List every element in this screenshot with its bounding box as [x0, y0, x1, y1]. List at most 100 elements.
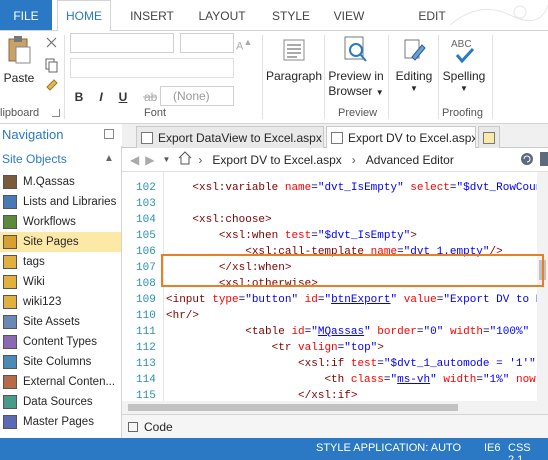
font-size-value: (None): [173, 89, 210, 103]
launcher-icon[interactable]: [52, 109, 60, 117]
scroll-thumb[interactable]: [128, 404, 458, 411]
breadcrumb-item-advanced-editor[interactable]: Advanced Editor: [366, 153, 454, 167]
italic-button[interactable]: I: [92, 88, 110, 106]
css-version-status[interactable]: CSS 2.1: [508, 442, 548, 460]
sidebar-item-master-pages[interactable]: Master Pages: [0, 412, 121, 432]
svg-text:ABC: ABC: [451, 39, 472, 50]
line-number: 112: [136, 342, 156, 354]
sidebar-item-site-columns[interactable]: Site Columns: [0, 352, 121, 372]
sidebar-item-site-pages[interactable]: Site Pages: [0, 232, 121, 252]
line-number: 104: [136, 214, 156, 226]
sidebar-item-workflows[interactable]: Workflows: [0, 212, 121, 232]
code-text: <xsl:choose>: [192, 214, 272, 226]
chevron-down-icon: ▼: [410, 84, 418, 93]
highlight-box: [161, 254, 544, 287]
line-number: 114: [136, 374, 156, 386]
folder-icon: [3, 295, 17, 309]
code-text: <th class="ms-vh" width="1%" nowrap: [324, 374, 548, 386]
line-number: 111: [136, 326, 156, 338]
line-number: 103: [136, 198, 156, 210]
font-size-combo[interactable]: [180, 33, 234, 53]
document-tabs: Export DataView to Excel.aspx Export DV …: [122, 124, 548, 149]
page-icon: [331, 132, 343, 144]
workflow-icon: [3, 215, 17, 229]
sidebar-item-data-sources[interactable]: Data Sources: [0, 392, 121, 412]
vertical-scrollbar[interactable]: [537, 172, 548, 414]
chevron-up-icon[interactable]: ▲: [104, 146, 114, 172]
forward-icon[interactable]: ▶: [145, 153, 154, 167]
folder-icon: [3, 275, 17, 289]
sidebar-item-lists-and-libraries[interactable]: Lists and Libraries: [0, 192, 121, 212]
tab-insert[interactable]: INSERT: [122, 0, 182, 31]
ribbon-tabs: FILE HOME INSERT LAYOUT STYLE VIEW EDIT: [0, 0, 548, 31]
line-number: 102: [136, 182, 156, 194]
sidebar-item-site-assets[interactable]: Site Assets: [0, 312, 121, 332]
editing-label: Editing: [395, 69, 433, 83]
bold-button[interactable]: B: [70, 88, 88, 106]
tab-layout[interactable]: LAYOUT: [190, 0, 254, 31]
back-icon[interactable]: ◀: [130, 153, 139, 167]
tab-style[interactable]: STYLE: [264, 0, 318, 31]
options-icon[interactable]: [540, 152, 548, 166]
sidebar-item-content-types[interactable]: Content Types: [0, 332, 121, 352]
sidebar-item-label: Workflows: [23, 216, 76, 228]
new-tab-button[interactable]: [478, 126, 500, 148]
code-editor[interactable]: 102 <xsl:variable name="dvt_IsEmpty" sel…: [122, 172, 548, 414]
data-sources-icon: [3, 395, 17, 409]
sidebar-item-m-qassas[interactable]: M.Qassas: [0, 172, 121, 192]
browser-compat-status[interactable]: IE6: [484, 442, 501, 454]
strikethrough-icon[interactable]: ab: [140, 87, 158, 105]
site-objects-header[interactable]: Site Objects ▲: [0, 146, 121, 172]
assets-icon: [3, 315, 17, 329]
pin-icon[interactable]: [104, 129, 114, 139]
site-objects-label: Site Objects: [2, 152, 67, 166]
ribbon-decoration: [449, 4, 548, 26]
sidebar-item-wiki123[interactable]: wiki123: [0, 292, 121, 312]
tab-export-dataview[interactable]: Export DataView to Excel.aspx: [136, 126, 324, 148]
tab-label: Export DV to Excel.aspx *: [348, 131, 476, 145]
preview-icon: [341, 33, 371, 67]
line-number: 107: [136, 262, 156, 274]
style-combo[interactable]: [70, 58, 234, 78]
chevron-down-icon[interactable]: ▼: [162, 155, 170, 164]
preview-in-browser-button[interactable]: Preview in Browser ▼: [326, 33, 386, 100]
preview-label-line2: Browser ▼: [328, 84, 384, 98]
grow-font-icon[interactable]: A▲: [236, 37, 252, 53]
external-icon: [3, 375, 17, 389]
sidebar-item-wiki[interactable]: Wiki: [0, 272, 121, 292]
sidebar-item-tags[interactable]: tags: [0, 252, 121, 272]
sidebar-item-label: M.Qassas: [23, 176, 75, 188]
home-icon[interactable]: [178, 151, 192, 168]
sidebar-item-external-conten[interactable]: External Conten...: [0, 372, 121, 392]
code-view-tab[interactable]: Code: [122, 414, 548, 438]
font-size-field[interactable]: (None): [160, 86, 234, 106]
code-text: <table id="MQassas" border="0" width="10…: [245, 326, 530, 338]
tab-file[interactable]: FILE: [0, 0, 52, 31]
pages-icon: [3, 235, 17, 249]
editing-button[interactable]: Editing ▼: [392, 33, 436, 93]
refresh-icon[interactable]: [520, 152, 534, 169]
tab-export-dv[interactable]: Export DV to Excel.aspx *: [326, 126, 476, 149]
spelling-icon: ABC: [449, 33, 479, 67]
spelling-button[interactable]: ABC Spelling ▼: [440, 33, 488, 93]
paste-button[interactable]: Paste: [2, 33, 36, 86]
font-group-label: Font: [144, 107, 167, 119]
underline-button[interactable]: U: [114, 88, 132, 106]
code-text: <input type="button" id="btnExport" valu…: [166, 294, 548, 306]
paragraph-icon: [279, 33, 309, 67]
sidebar-item-label: Site Columns: [23, 356, 92, 368]
tab-label: Export DataView to Excel.aspx: [158, 130, 322, 145]
tab-view[interactable]: VIEW: [326, 0, 372, 31]
sidebar-item-label: Wiki: [23, 276, 45, 288]
preview-group-label: Preview: [338, 107, 378, 119]
paragraph-button[interactable]: Paragraph: [266, 33, 322, 84]
horizontal-scrollbar[interactable]: [122, 401, 548, 414]
style-application-status[interactable]: STYLE APPLICATION: AUTO: [316, 442, 461, 454]
sidebar-item-label: wiki123: [23, 296, 62, 308]
clipboard-small-icons: [45, 37, 58, 91]
font-family-combo[interactable]: [70, 33, 174, 53]
editing-icon: [399, 33, 429, 67]
breadcrumb-item-file[interactable]: Export DV to Excel.aspx: [212, 153, 341, 167]
spelling-label: Spelling: [442, 69, 486, 83]
tab-home[interactable]: HOME: [57, 0, 111, 31]
